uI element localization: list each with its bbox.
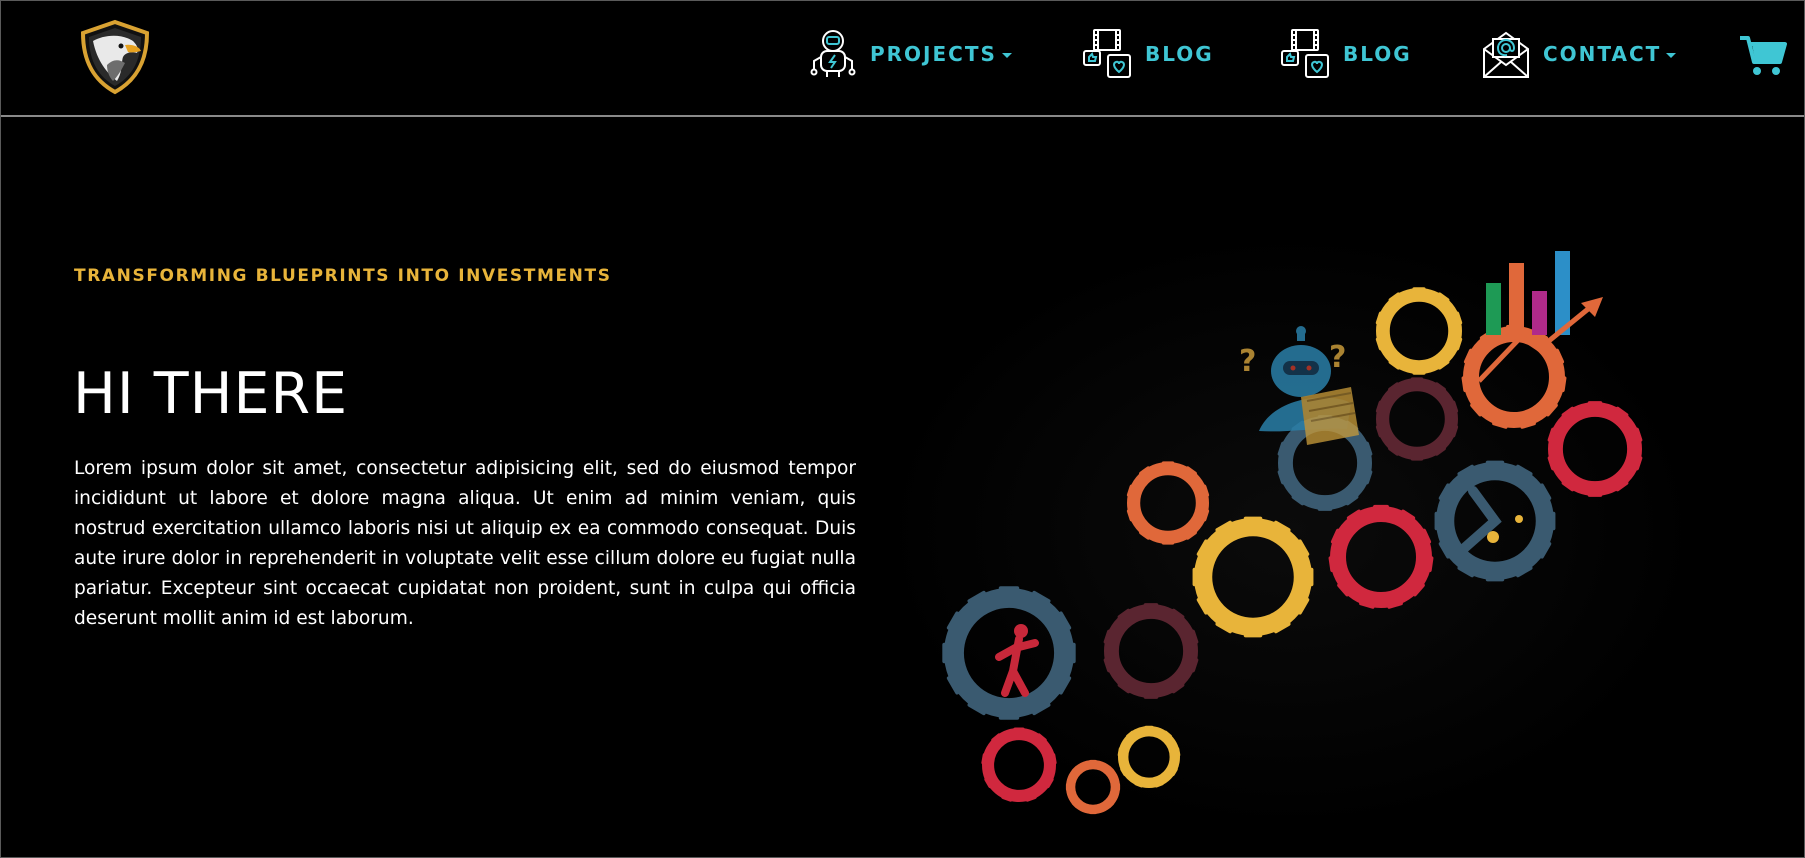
shopping-cart-icon[interactable] bbox=[1739, 33, 1787, 77]
robot-icon bbox=[808, 27, 858, 81]
svg-text:?: ? bbox=[1239, 344, 1256, 379]
navbar: PROJECTS BLOG BLOG CONTACT bbox=[1, 1, 1804, 117]
chevron-down-icon bbox=[1001, 52, 1012, 58]
nav-item-contact[interactable]: CONTACT bbox=[1481, 27, 1677, 81]
page: PROJECTS BLOG BLOG CONTACT TRANSFORMING … bbox=[0, 0, 1805, 858]
nav-item-blog[interactable]: BLOG bbox=[1083, 27, 1214, 81]
nav-label-projects: PROJECTS bbox=[870, 42, 997, 66]
gears-illustration: ? ? bbox=[881, 231, 1701, 831]
envelope-at-icon bbox=[1481, 27, 1531, 81]
film-like-heart-icon bbox=[1083, 27, 1133, 81]
film-like-heart-icon bbox=[1281, 27, 1331, 81]
eagle-shield-logo[interactable] bbox=[77, 19, 153, 95]
nav-label-blog: BLOG bbox=[1145, 42, 1214, 66]
nav-item-blog[interactable]: BLOG bbox=[1281, 27, 1412, 81]
nav-label-blog: BLOG bbox=[1343, 42, 1412, 66]
hero-tagline: TRANSFORMING BLUEPRINTS INTO INVESTMENTS bbox=[74, 266, 612, 286]
chevron-down-icon bbox=[1666, 52, 1677, 58]
hero-body: Lorem ipsum dolor sit amet, consectetur … bbox=[74, 458, 856, 629]
nav-item-projects[interactable]: PROJECTS bbox=[808, 27, 1012, 81]
hero-title: HI THERE bbox=[73, 361, 349, 427]
nav-label-contact: CONTACT bbox=[1543, 42, 1662, 66]
svg-text:?: ? bbox=[1329, 340, 1346, 375]
